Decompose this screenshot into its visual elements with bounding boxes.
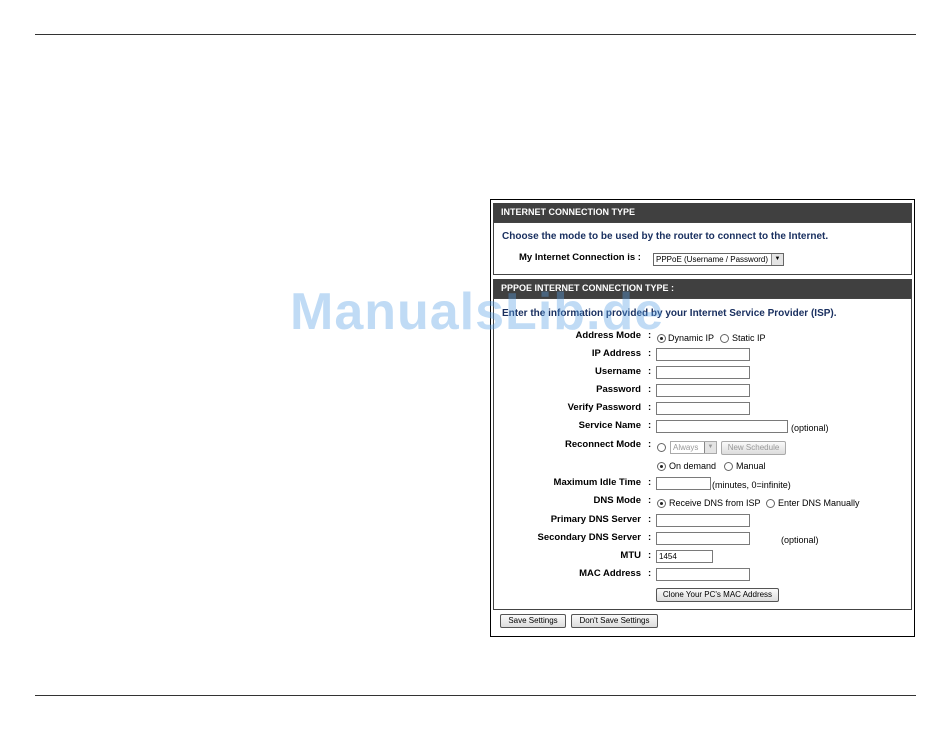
service-name-input[interactable] — [656, 420, 788, 433]
colon: : — [648, 477, 652, 488]
mac-address-input[interactable] — [656, 568, 750, 581]
new-schedule-button[interactable]: New Schedule — [721, 441, 786, 455]
pppoe-section: Enter the information provided by your I… — [493, 298, 912, 610]
colon: : — [648, 348, 652, 359]
static-ip-radio[interactable] — [720, 334, 729, 343]
connection-type-label: My Internet Connection is : — [519, 252, 641, 263]
primary-dns-label: Primary DNS Server — [550, 514, 641, 525]
receive-dns-radio[interactable] — [657, 499, 666, 508]
dont-save-settings-button[interactable]: Don't Save Settings — [571, 614, 658, 628]
ip-address-input[interactable] — [656, 348, 750, 361]
chevron-down-icon: ▼ — [704, 442, 716, 453]
service-name-label: Service Name — [578, 420, 641, 431]
colon: : — [648, 568, 652, 579]
top-rule — [35, 34, 916, 35]
receive-dns-label: Receive DNS from ISP — [669, 498, 761, 508]
colon: : — [648, 550, 652, 561]
bottom-rule — [35, 695, 916, 696]
mtu-label: MTU — [620, 550, 641, 561]
colon: : — [648, 532, 652, 543]
manual-radio[interactable] — [724, 462, 733, 471]
colon: : — [648, 420, 652, 431]
max-idle-input[interactable] — [656, 477, 711, 490]
ip-address-label: IP Address — [591, 348, 641, 359]
on-demand-radio[interactable] — [657, 462, 666, 471]
secondary-dns-input[interactable] — [656, 532, 750, 545]
secondary-dns-note: (optional) — [781, 535, 819, 545]
dynamic-ip-label: Dynamic IP — [668, 333, 715, 343]
verify-password-label: Verify Password — [567, 402, 641, 413]
reconnect-mode-label: Reconnect Mode — [564, 439, 641, 450]
clone-mac-button[interactable]: Clone Your PC's MAC Address — [656, 588, 779, 602]
manual-label: Manual — [736, 461, 766, 471]
max-idle-note: (minutes, 0=infinite) — [712, 480, 791, 490]
on-demand-label: On demand — [669, 461, 717, 471]
connection-type-value: PPPoE (Username / Password) — [656, 255, 769, 264]
colon: : — [648, 384, 652, 395]
router-settings-panel: INTERNET CONNECTION TYPE Choose the mode… — [490, 199, 915, 637]
password-input[interactable] — [656, 384, 750, 397]
watermark: ManualsLib.de — [290, 283, 665, 341]
connection-type-select[interactable]: PPPoE (Username / Password) ▼ — [653, 253, 784, 266]
verify-password-input[interactable] — [656, 402, 750, 415]
colon: : — [648, 402, 652, 413]
connection-type-header: INTERNET CONNECTION TYPE — [493, 203, 912, 222]
connection-type-intro: Choose the mode to be used by the router… — [502, 231, 829, 242]
manual-dns-radio[interactable] — [766, 499, 775, 508]
service-name-note: (optional) — [791, 423, 829, 433]
max-idle-label: Maximum Idle Time — [553, 477, 641, 488]
secondary-dns-label: Secondary DNS Server — [537, 532, 642, 543]
colon: : — [648, 514, 652, 525]
manual-dns-label: Enter DNS Manually — [778, 498, 860, 508]
schedule-select[interactable]: Always ▼ — [670, 441, 717, 454]
connection-type-section: Choose the mode to be used by the router… — [493, 222, 912, 275]
schedule-value: Always — [673, 443, 699, 452]
colon: : — [648, 366, 652, 377]
static-ip-label: Static IP — [732, 333, 766, 343]
chevron-down-icon: ▼ — [771, 254, 783, 265]
colon: : — [648, 495, 652, 506]
primary-dns-input[interactable] — [656, 514, 750, 527]
username-input[interactable] — [656, 366, 750, 379]
password-label: Password — [596, 384, 641, 395]
username-label: Username — [595, 366, 641, 377]
reconnect-schedule-radio[interactable] — [657, 443, 666, 452]
colon: : — [648, 439, 652, 450]
save-settings-button[interactable]: Save Settings — [500, 614, 566, 628]
mtu-input[interactable]: 1454 — [656, 550, 713, 563]
dns-mode-label: DNS Mode — [593, 495, 642, 506]
mac-address-label: MAC Address — [579, 568, 641, 579]
